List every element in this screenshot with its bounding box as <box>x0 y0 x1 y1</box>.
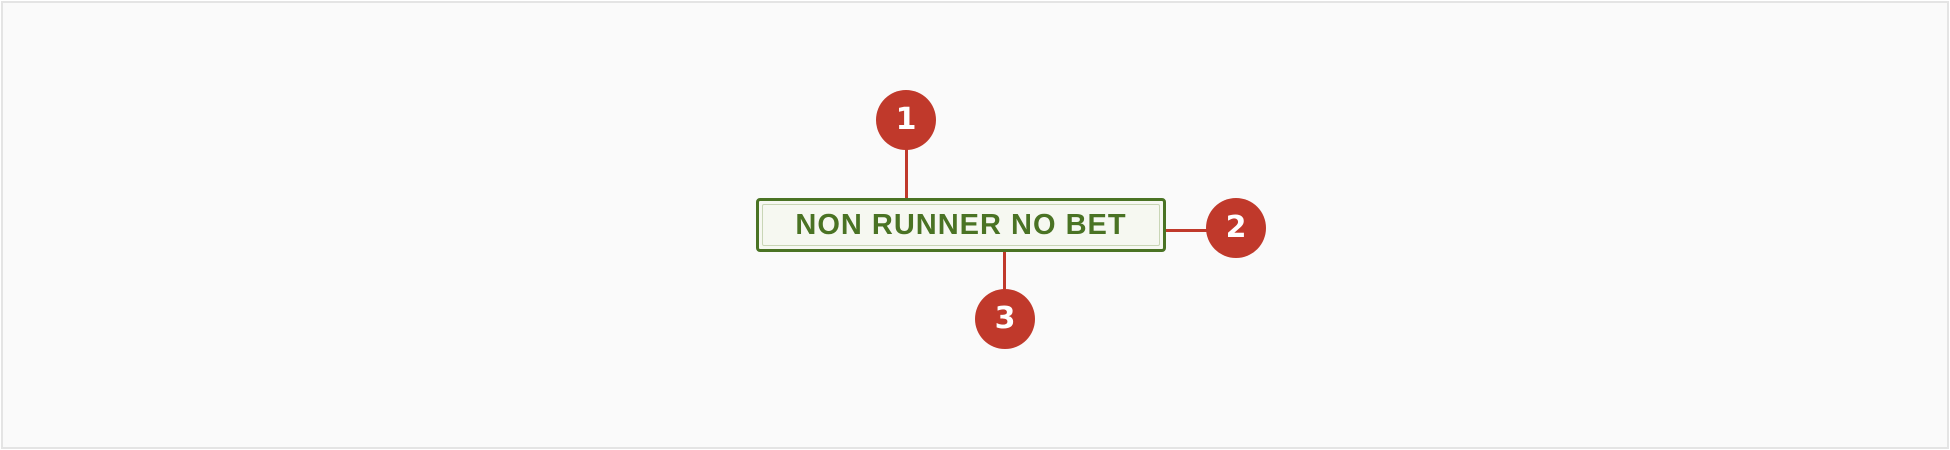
stamp-badge-border: NON RUNNER NO BET <box>756 198 1166 252</box>
annotated-stamp-diagram: NON RUNNER NO BET 1 2 3 <box>0 0 1950 450</box>
callout-marker-2: 2 <box>1206 198 1266 258</box>
callout-number-3: 3 <box>994 301 1016 336</box>
callout-number-2: 2 <box>1225 210 1247 245</box>
callout-1-leader-line <box>905 148 908 200</box>
callout-number-1: 1 <box>895 102 917 137</box>
stamp-badge: NON RUNNER NO BET <box>756 198 1166 252</box>
callout-marker-3: 3 <box>975 289 1035 349</box>
stamp-text: NON RUNNER NO BET <box>795 208 1127 241</box>
callout-marker-1: 1 <box>876 90 936 150</box>
stamp-badge-inner-border: NON RUNNER NO BET <box>762 204 1160 246</box>
